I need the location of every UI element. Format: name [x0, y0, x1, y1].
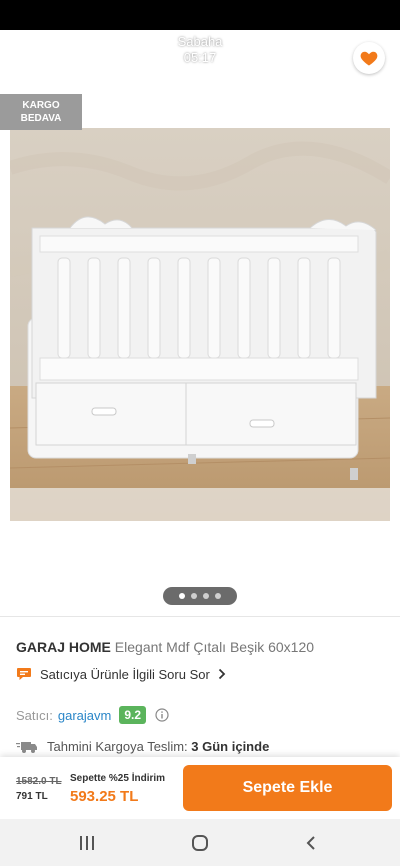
chevron-left-icon: [306, 836, 315, 850]
nav-back-button[interactable]: [298, 830, 324, 856]
share-button[interactable]: [303, 44, 331, 72]
pager-dot[interactable]: [191, 593, 197, 599]
base-price: 791 TL: [16, 791, 48, 802]
header-time: Sabaha 05:17: [178, 34, 223, 66]
gallery-pager[interactable]: [163, 587, 237, 605]
old-price: 1582.0 TL: [16, 776, 62, 787]
delivery-value: 3 Gün içinde: [191, 739, 270, 754]
system-nav-bar: [0, 819, 400, 866]
share-icon: [308, 48, 326, 68]
product-brand[interactable]: GARAJ HOME: [16, 639, 111, 655]
product-name: Elegant Mdf Çıtalı Beşik 60x120: [114, 639, 315, 655]
badge-line2: BEDAVA: [20, 113, 62, 124]
time-value: 05:17: [183, 50, 217, 65]
promo-label: Sepette %25 İndirim: [70, 773, 166, 784]
info-icon[interactable]: [155, 708, 169, 722]
product-gallery[interactable]: Sabaha 05:17 KARGO BEDAVA: [0, 30, 400, 616]
seller-name-link[interactable]: garajavm: [58, 708, 111, 723]
heart-icon: [360, 51, 378, 66]
divider: [0, 616, 400, 617]
home-icon: [192, 835, 208, 851]
chevron-right-icon: [218, 668, 226, 680]
product-title: GARAJ HOME Elegant Mdf Çıtalı Beşik 60x1…: [16, 638, 314, 656]
delivery-row: Tahmini Kargoya Teslim: 3 Gün içinde: [16, 739, 269, 754]
ask-seller-link[interactable]: Satıcıya Ürünle İlgili Soru Sor: [16, 666, 226, 682]
time-label: Sabaha: [177, 34, 223, 49]
ask-seller-label: Satıcıya Ürünle İlgili Soru Sor: [40, 666, 210, 682]
add-to-cart-button[interactable]: Sepete Ekle: [183, 765, 392, 811]
recent-apps-button[interactable]: [74, 830, 100, 856]
seller-row: Satıcı: garajavm 9.2: [16, 706, 169, 724]
arrow-left-icon: [19, 50, 37, 66]
free-shipping-badge: KARGO BEDAVA: [0, 94, 82, 130]
back-button[interactable]: [14, 44, 42, 72]
home-button[interactable]: [187, 830, 213, 856]
final-price: 593.25 TL: [70, 788, 139, 805]
recent-apps-icon: [80, 836, 94, 850]
truck-icon: [16, 741, 37, 753]
seller-rating-badge: 9.2: [119, 706, 147, 724]
status-bar: [0, 0, 400, 30]
delivery-label: Tahmini Kargoya Teslim:: [47, 739, 188, 754]
favorite-button[interactable]: [353, 42, 385, 74]
chat-bubble-icon: [17, 668, 31, 680]
pager-dot[interactable]: [215, 593, 221, 599]
pager-dot[interactable]: [203, 593, 209, 599]
product-photo: [10, 128, 390, 521]
pager-dot[interactable]: [179, 593, 185, 599]
cart-bar: 1582.0 TL 791 TL Sepette %25 İndirim 593…: [0, 757, 400, 819]
badge-line1: KARGO: [22, 100, 60, 111]
seller-label: Satıcı:: [16, 707, 53, 723]
